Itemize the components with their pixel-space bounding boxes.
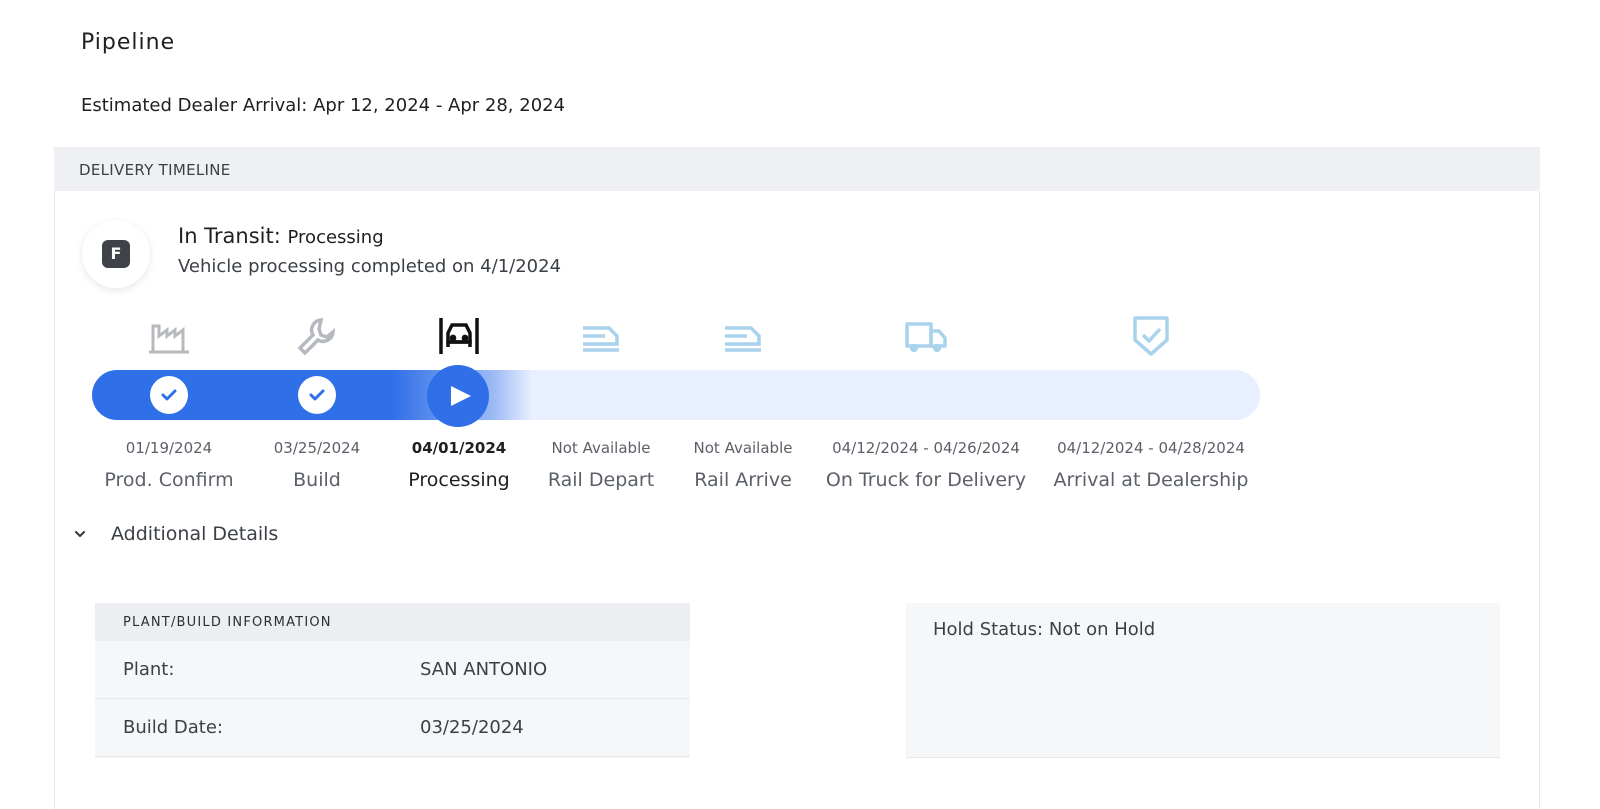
stage-label-arrival: Arrival at Dealership — [1053, 469, 1249, 491]
stage-date: 04/12/2024 - 04/28/2024 — [1057, 439, 1245, 457]
plant-value: SAN ANTONIO — [420, 659, 548, 680]
hold-status-text: Hold Status: Not on Hold — [933, 619, 1156, 640]
transit-status-label: In Transit: — [178, 224, 281, 248]
additional-details-toggle[interactable]: Additional Details — [111, 523, 278, 545]
plant-build-card: PLANT/BUILD INFORMATION Plant: SAN ANTON… — [95, 603, 690, 758]
transit-status-value: Processing — [287, 227, 384, 248]
rail-depart-icon — [579, 314, 623, 358]
delivery-timeline-header: DELIVERY TIMELINE — [54, 147, 1540, 191]
plant-label: Plant: — [123, 659, 175, 680]
shield-check-icon — [1129, 314, 1173, 358]
plant-build-heading: PLANT/BUILD INFORMATION — [95, 603, 690, 641]
estimated-dealer-arrival: Estimated Dealer Arrival: Apr 12, 2024 -… — [81, 95, 566, 116]
car-processing-icon — [437, 314, 481, 358]
stage-label-on-truck: On Truck for Delivery — [825, 469, 1027, 491]
stage-complete-check — [150, 376, 188, 414]
truck-icon — [904, 314, 948, 358]
rail-arrive-icon — [721, 314, 765, 358]
transit-status-description: Vehicle processing completed on 4/1/2024 — [178, 256, 562, 277]
stage-complete-check — [298, 376, 336, 414]
hold-status-card: Hold Status: Not on Hold — [906, 603, 1500, 758]
wrench-icon — [295, 314, 339, 358]
factory-icon — [147, 314, 191, 358]
transit-status: In Transit: Processing — [178, 224, 384, 248]
table-row: Build Date: 03/25/2024 — [95, 699, 690, 757]
stage-date: 04/12/2024 - 04/26/2024 — [832, 439, 1020, 457]
page-title: Pipeline — [81, 30, 176, 55]
brand-badge-icon: F — [102, 240, 130, 268]
build-date-value: 03/25/2024 — [420, 717, 524, 738]
table-row: Plant: SAN ANTONIO — [95, 641, 690, 699]
current-stage-play-icon — [427, 365, 489, 427]
delivery-timeline-title: DELIVERY TIMELINE — [79, 161, 231, 179]
build-date-label: Build Date: — [123, 717, 223, 738]
progress-track — [92, 370, 1260, 420]
chevron-down-icon[interactable] — [73, 526, 87, 540]
status-badge: F — [82, 220, 150, 288]
